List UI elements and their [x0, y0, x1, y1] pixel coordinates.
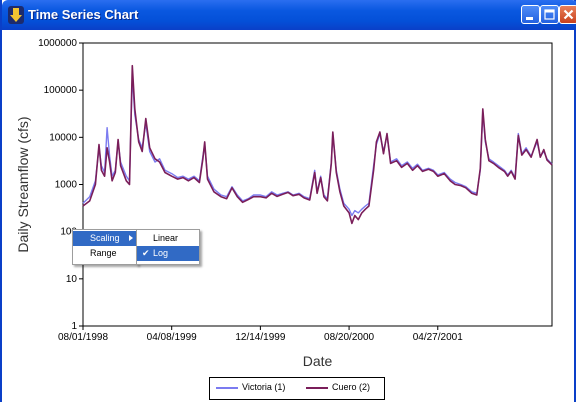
x-tick-label: 08/01/1998 [58, 332, 108, 343]
menu-item-scaling-label: Scaling [90, 233, 120, 243]
context-menu: Scaling Range [72, 229, 138, 265]
legend-label-victoria: Victoria (1) [242, 382, 286, 392]
scaling-submenu: Linear ✔ Log [136, 229, 200, 265]
chart-area[interactable]: 1 10 100 1000 10000 100000 1000000 08/01/1998 04… [4, 30, 576, 402]
legend-swatch-victoria [216, 387, 238, 389]
x-axis-label: Date [303, 353, 333, 369]
submenu-item-linear-label: Linear [153, 233, 179, 243]
menu-item-range-label: Range [90, 248, 117, 258]
x-tick-label: 12/14/1999 [235, 332, 285, 343]
time-series-chart-window: Time Series Chart 1 10 100 1000 10000 100000 1… [0, 0, 576, 402]
legend-swatch-cuero [306, 387, 328, 389]
menu-item-range[interactable]: Range [73, 246, 137, 261]
y-tick-label: 1 [71, 321, 77, 332]
submenu-item-linear[interactable]: Linear [137, 231, 199, 246]
y-axis-label: Daily Streamflow (cfs) [15, 116, 31, 252]
close-icon [563, 9, 574, 20]
submenu-arrow-icon [129, 235, 133, 241]
minimize-button[interactable] [521, 5, 540, 24]
legend-label-cuero: Cuero (2) [332, 382, 371, 392]
x-tick-label: 04/08/1999 [147, 332, 197, 343]
submenu-item-log-label: Log [153, 248, 169, 258]
y-tick-label: 10 [66, 274, 78, 285]
x-tick-label: 08/20/2000 [324, 332, 374, 343]
submenu-item-log[interactable]: ✔ Log [137, 246, 199, 261]
title-bar[interactable]: Time Series Chart [2, 0, 576, 30]
plot-frame [82, 42, 553, 327]
y-tick-label: 1000000 [38, 38, 77, 49]
chart-legend: Victoria (1) Cuero (2) [209, 377, 385, 400]
menu-item-scaling[interactable]: Scaling [73, 231, 137, 246]
checkmark-icon: ✔ [142, 248, 150, 258]
y-tick-label: 1000 [55, 180, 78, 191]
window-title: Time Series Chart [28, 7, 139, 22]
maximize-icon [544, 9, 555, 20]
close-button[interactable] [559, 5, 576, 24]
maximize-button[interactable] [540, 5, 559, 24]
y-tick-label: 10000 [49, 132, 77, 143]
y-tick-label: 100000 [44, 85, 78, 96]
minimize-icon [526, 17, 533, 20]
streamflow-chart[interactable]: 110100100010000100000100000008/01/1998 04… [4, 30, 576, 402]
x-tick-label: 04/27/2001 [413, 332, 463, 343]
download-arrow-icon [8, 6, 24, 24]
